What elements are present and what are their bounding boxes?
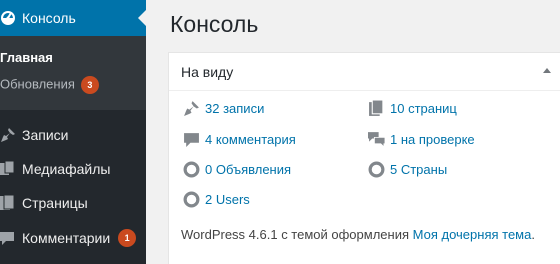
widget-title: На виду	[181, 64, 234, 80]
circle-icon	[183, 161, 200, 178]
moderation-count-link[interactable]: 1 на проверке	[390, 132, 475, 148]
dashboard-icon	[0, 9, 16, 25]
comments-icon	[368, 131, 386, 148]
comments-count-link[interactable]: 4 комментария	[205, 132, 296, 148]
sidebar-item-label: Комментарии	[22, 230, 111, 246]
posts-count-link[interactable]: 32 записи	[205, 101, 264, 117]
current-arrow	[138, 10, 146, 26]
pin-icon	[183, 100, 200, 117]
page-icon	[0, 194, 16, 211]
comments-count-badge: 1	[118, 229, 137, 247]
sidebar-item-label: Медиафайлы	[22, 161, 111, 177]
submenu-item-updates[interactable]: Обновления 3	[0, 76, 99, 94]
version-label: WordPress 4.6.1 с темой оформления	[181, 227, 410, 242]
media-icon	[0, 160, 16, 177]
comment-icon	[183, 131, 200, 148]
pages-count-link[interactable]: 10 страниц	[390, 101, 457, 117]
footer-period: .	[531, 227, 535, 242]
sidebar-item-posts[interactable]: Записи	[0, 118, 146, 152]
page-title: Консоль	[170, 11, 259, 37]
sidebar-item-dashboard[interactable]: Консоль	[0, 0, 146, 36]
sidebar-item-label: Страницы	[22, 195, 88, 211]
at-a-glance-widget: На виду 32 записи 10 страниц 4 комментар…	[168, 52, 560, 264]
submenu-item-home[interactable]: Главная	[0, 50, 53, 66]
comment-icon	[0, 230, 16, 246]
collapse-toggle-icon[interactable]	[543, 68, 551, 73]
countries-count-link[interactable]: 5 Страны	[390, 162, 447, 178]
users-count-link[interactable]: 2 Users	[205, 192, 250, 208]
admin-sidebar: Консоль Главная Обновления 3 Записи Медиа…	[0, 0, 146, 264]
theme-link[interactable]: Моя дочерняя тема	[413, 227, 532, 242]
sidebar-item-pages[interactable]: Страницы	[0, 186, 146, 220]
dashboard-submenu: Главная Обновления 3	[0, 36, 146, 110]
announcements-count-link[interactable]: 0 Объявления	[205, 162, 291, 178]
updates-count-badge: 3	[80, 76, 99, 94]
widget-header[interactable]: На виду	[169, 53, 560, 91]
submenu-label: Главная	[0, 50, 53, 65]
circle-icon	[183, 191, 200, 208]
sidebar-item-label: Записи	[22, 127, 69, 143]
wordpress-version-text: WordPress 4.6.1 с темой оформления Моя д…	[181, 227, 535, 243]
pages-icon	[368, 99, 385, 117]
sidebar-item-media[interactable]: Медиафайлы	[0, 152, 146, 186]
pin-icon	[0, 127, 16, 143]
sidebar-item-label: Консоль	[22, 10, 76, 26]
sidebar-item-comments[interactable]: Комментарии 1	[0, 221, 146, 255]
circle-icon	[368, 161, 385, 178]
submenu-label: Обновления	[0, 76, 75, 92]
